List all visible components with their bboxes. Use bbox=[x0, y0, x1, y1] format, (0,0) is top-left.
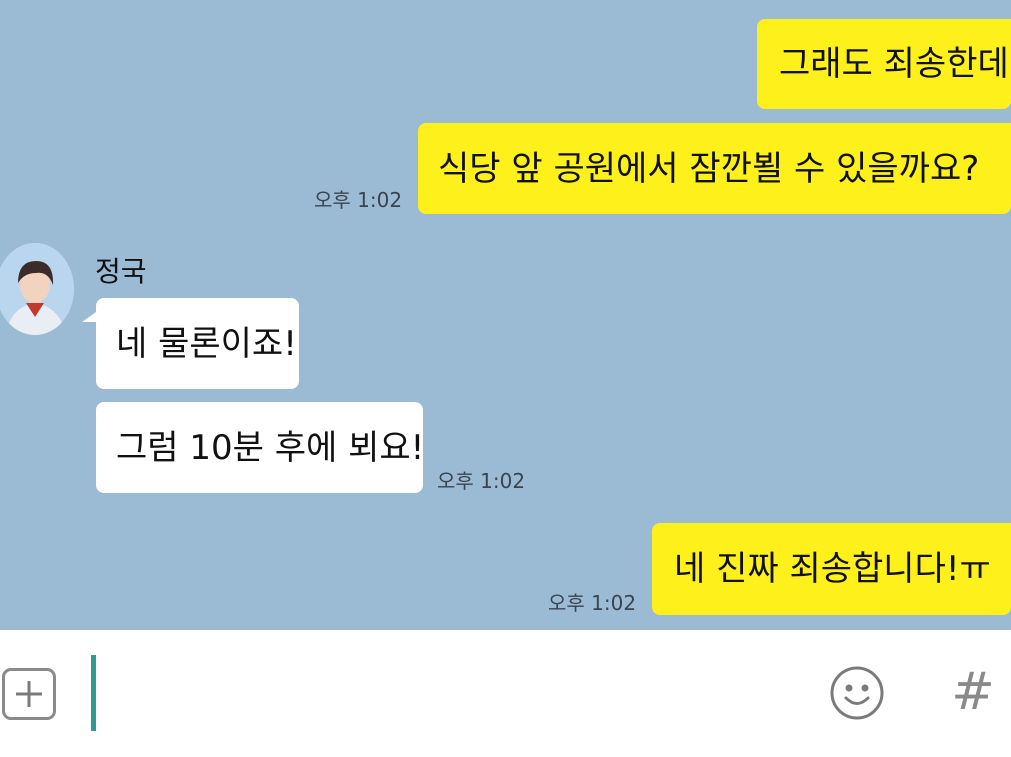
their-message-bubble[interactable]: 그럼 10분 후에 뵈요! bbox=[96, 402, 425, 493]
message-input[interactable] bbox=[100, 655, 800, 731]
plus-icon bbox=[16, 681, 42, 707]
my-message-bubble[interactable]: 네 진짜 죄송합니다!ㅠ bbox=[652, 523, 1011, 615]
message-text: 그럼 10분 후에 뵈요! bbox=[116, 427, 425, 468]
message-text: 네 물론이죠! bbox=[116, 323, 297, 364]
my-message-bubble[interactable]: 그래도 죄송한데 bbox=[757, 19, 1011, 109]
text-cursor bbox=[91, 655, 96, 731]
message-timestamp: 오후 1:02 bbox=[437, 469, 526, 493]
bubble-tail bbox=[82, 312, 96, 322]
attach-button[interactable] bbox=[2, 668, 56, 720]
smiley-icon bbox=[830, 666, 884, 720]
chat-screen: 그래도 죄송한데 오후 1:02 식당 앞 공원에서 잠깐뵐 수 있을까요? 정… bbox=[0, 0, 1011, 757]
their-message-bubble[interactable]: 네 물론이죠! bbox=[96, 298, 299, 389]
sender-name: 정국 bbox=[95, 255, 147, 288]
message-text: 네 진짜 죄송합니다!ㅠ bbox=[674, 549, 991, 589]
message-timestamp: 오후 1:02 bbox=[314, 188, 403, 212]
my-message-bubble[interactable]: 식당 앞 공원에서 잠깐뵐 수 있을까요? bbox=[418, 123, 1011, 214]
chat-message-list[interactable]: 그래도 죄송한데 오후 1:02 식당 앞 공원에서 잠깐뵐 수 있을까요? 정… bbox=[0, 0, 1011, 630]
message-text: 식당 앞 공원에서 잠깐뵐 수 있을까요? bbox=[438, 148, 980, 189]
emoji-button[interactable] bbox=[829, 665, 885, 721]
message-text: 그래도 죄송한데 bbox=[779, 44, 1009, 84]
message-timestamp: 오후 1:02 bbox=[548, 591, 637, 615]
hashtag-button[interactable]: # bbox=[950, 664, 996, 720]
sender-avatar[interactable] bbox=[0, 243, 74, 335]
